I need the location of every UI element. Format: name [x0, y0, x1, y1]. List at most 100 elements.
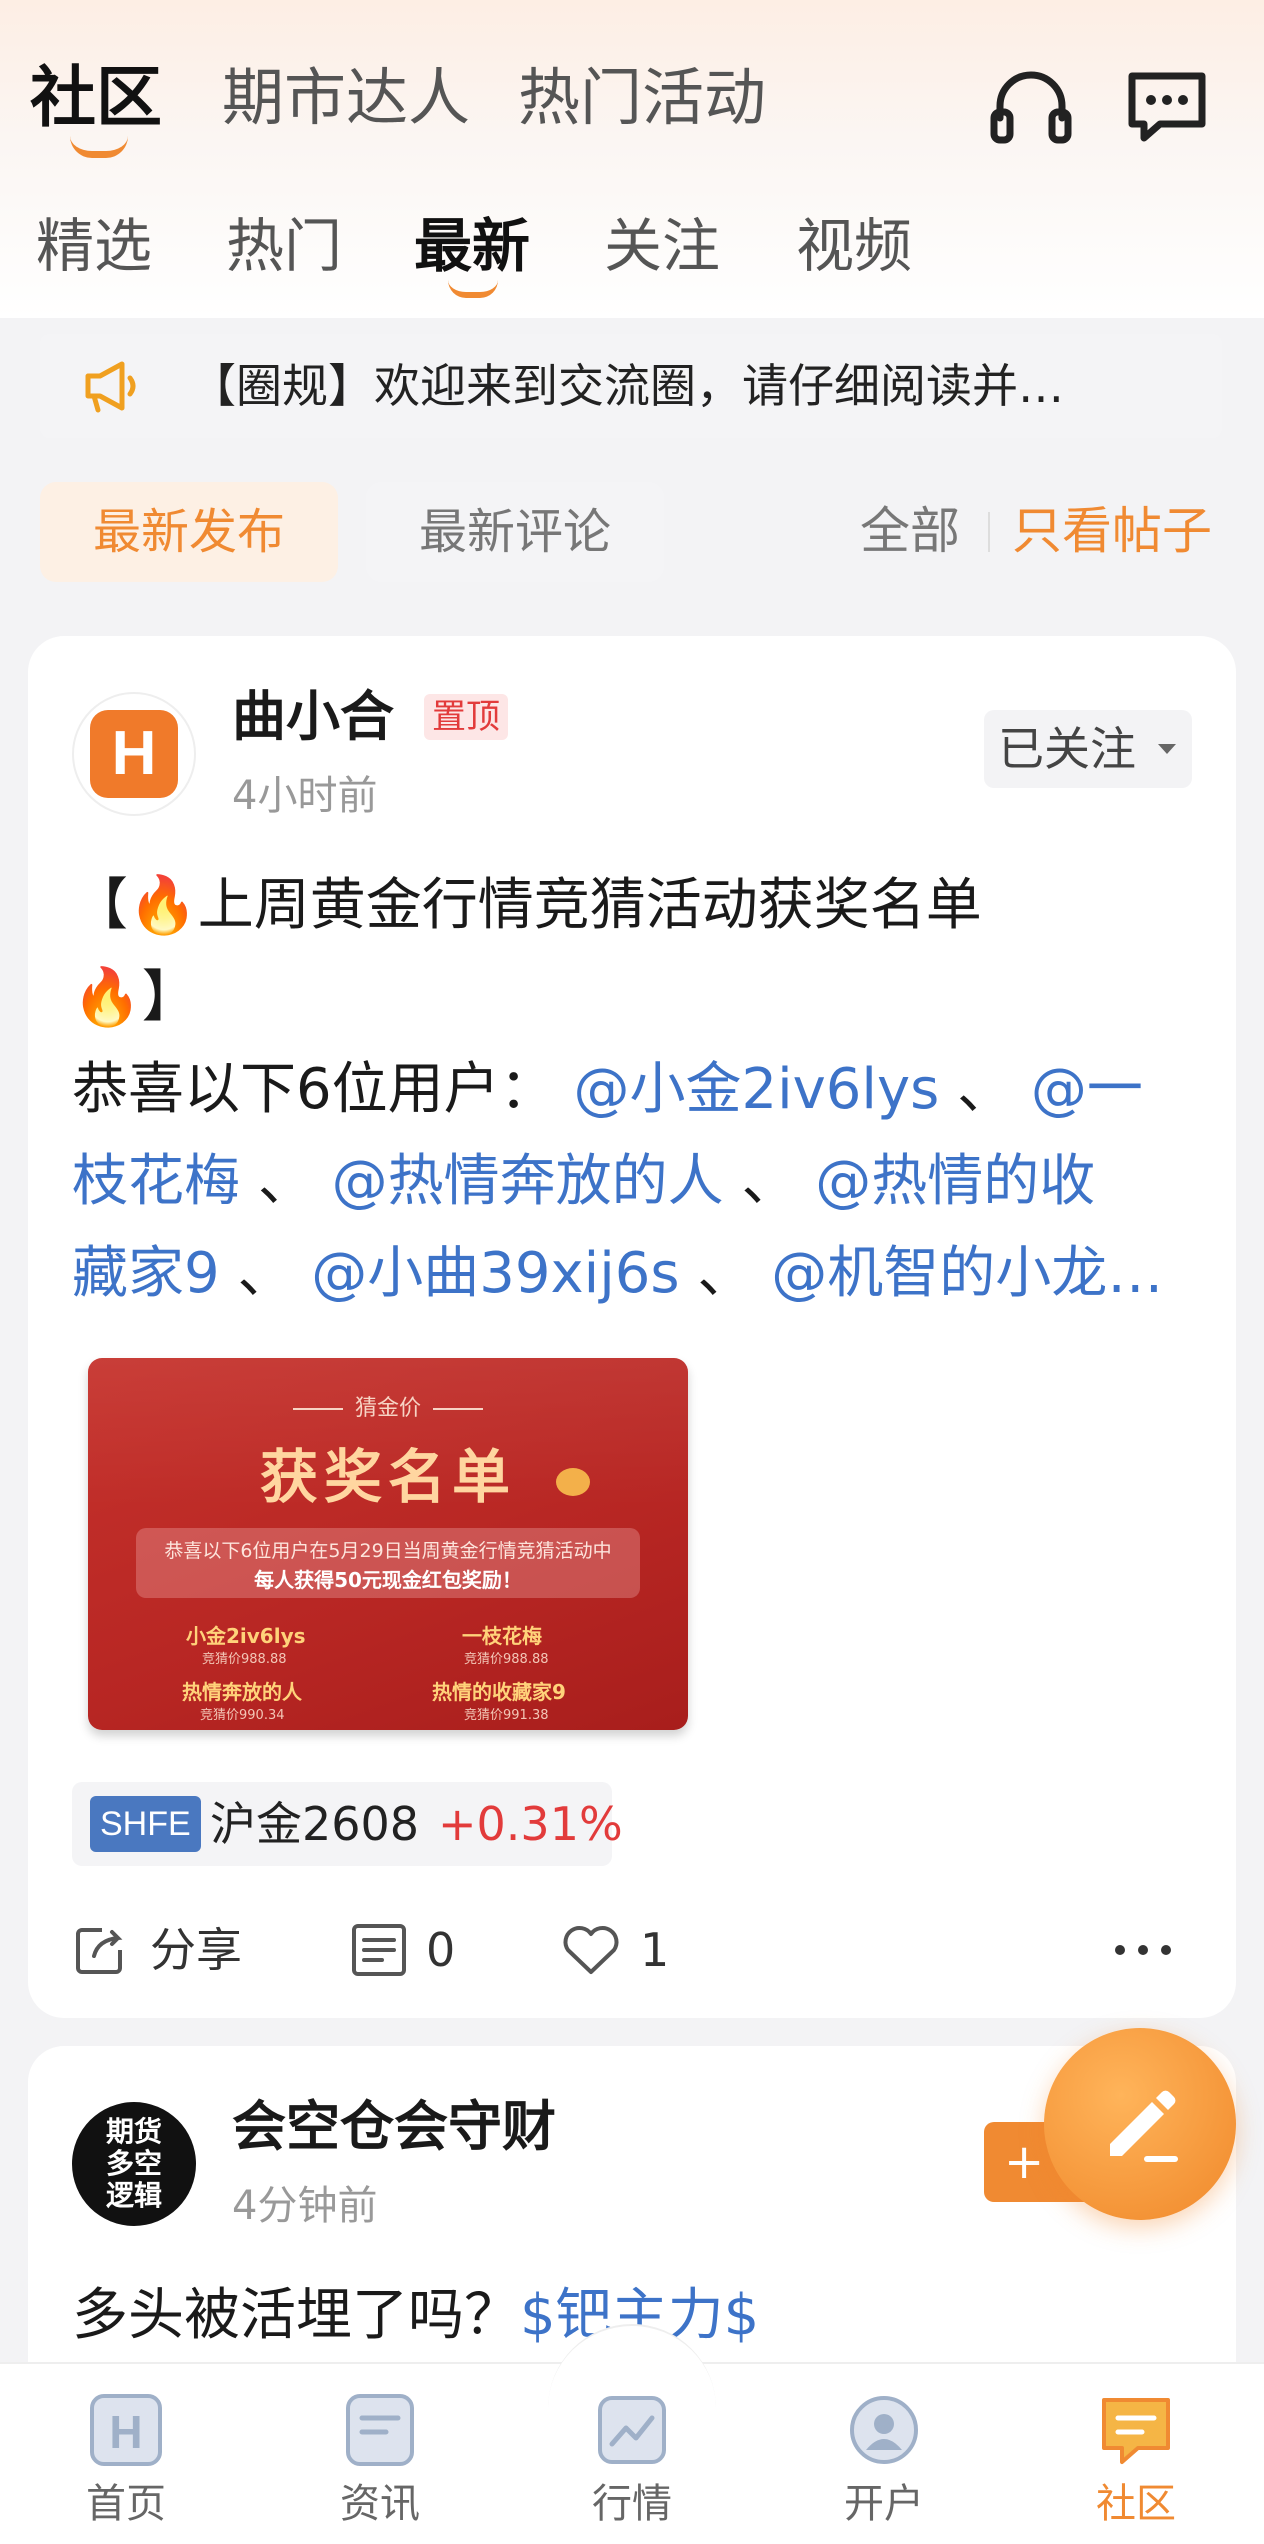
- avatar-text-line: 逻辑: [105, 2179, 162, 2212]
- pinned-badge: 置顶: [424, 694, 508, 740]
- image-title: 获奖名单: [259, 1443, 516, 1511]
- avatar-text-line: 期货: [105, 2115, 162, 2148]
- separator: 、: [957, 1057, 1014, 1122]
- comment-icon[interactable]: [350, 1922, 408, 1978]
- mention-link[interactable]: @机智的小龙…: [771, 1241, 1163, 1306]
- tabbar-market[interactable]: 行情: [552, 2388, 712, 2530]
- winner-guess: 竞猜价988.88: [202, 1652, 287, 1667]
- mention-link[interactable]: 藏家9: [72, 1241, 220, 1306]
- avatar[interactable]: H: [72, 692, 196, 816]
- news-icon: [346, 2394, 414, 2466]
- avatar-logo: H: [90, 710, 178, 798]
- mention-link[interactable]: 枝花梅: [72, 1149, 240, 1214]
- tabbar-community[interactable]: 社区: [1056, 2388, 1216, 2530]
- post-title: 上周黄金行情竞猜活动获奖名单: [197, 873, 982, 938]
- filter-divider: [988, 512, 990, 552]
- account-icon: [850, 2396, 918, 2464]
- mention-link[interactable]: @一: [1031, 1057, 1143, 1122]
- subtab-hot[interactable]: 热门: [226, 208, 342, 284]
- tabbar-news[interactable]: 资讯: [300, 2388, 460, 2530]
- winner-name: 小金2iv6lys: [186, 1624, 306, 1648]
- svg-text:H: H: [109, 2406, 142, 2458]
- follow-button[interactable]: 已关注: [984, 710, 1192, 788]
- tabbar-label: 行情: [592, 2481, 672, 2527]
- title-bracket-close: 】: [141, 965, 198, 1030]
- view-posts-only-toggle[interactable]: 只看帖子: [1012, 496, 1212, 566]
- coin-icon: [556, 1468, 590, 1496]
- post-author-name[interactable]: 会空仓会守财: [232, 2092, 556, 2162]
- post-body-line3: 藏家9 、 @小曲39xij6s 、 @机智的小龙…: [72, 1228, 1163, 1320]
- post-body-text: 恭喜以下6位用户：: [72, 1057, 556, 1122]
- post-author-name[interactable]: 曲小合: [232, 682, 394, 752]
- notice-text: 【圈规】欢迎来到交流圈，请仔细阅读并…: [190, 359, 1064, 413]
- title-bracket-open: 【: [72, 873, 128, 938]
- tabbar-account[interactable]: 开户: [804, 2388, 964, 2530]
- like-count[interactable]: 1: [640, 1918, 669, 1982]
- share-icon[interactable]: [72, 1922, 128, 1978]
- winner-guess: 竞猜价990.34: [200, 1708, 285, 1723]
- post-body-text: 多头被活埋了吗？: [72, 2283, 520, 2348]
- tab-community[interactable]: 社区: [30, 58, 162, 138]
- tabbar-label: 社区: [1096, 2481, 1176, 2527]
- tabbar-label: 首页: [86, 2481, 166, 2527]
- mention-link[interactable]: @小曲39xij6s: [311, 1241, 679, 1306]
- avatar-text-line: 多空: [105, 2147, 162, 2180]
- compose-button[interactable]: [1044, 2028, 1236, 2220]
- stock-change: +0.31%: [438, 1797, 623, 1851]
- home-icon: H: [90, 2394, 162, 2466]
- post-body-line1: 恭喜以下6位用户： @小金2iv6lys 、 @一: [72, 1044, 1143, 1136]
- separator: 、: [697, 1241, 754, 1306]
- follow-label: 已关注: [998, 722, 1136, 776]
- pencil-icon: [1110, 2090, 1178, 2162]
- post-title-line2: 🔥】: [72, 952, 198, 1044]
- image-top-label-text: 猜金价: [354, 1396, 421, 1421]
- mention-link[interactable]: @热情奔放的人: [332, 1149, 724, 1214]
- avatar[interactable]: 期货 多空 逻辑: [72, 2102, 196, 2226]
- notice-bar[interactable]: 【圈规】欢迎来到交流圈，请仔细阅读并…: [40, 334, 1222, 438]
- fire-icon: 🔥: [72, 965, 142, 1030]
- image-top-label: 猜金价: [88, 1390, 688, 1422]
- post-time: 4分钟前: [232, 2183, 378, 2229]
- chart-icon: [598, 2396, 666, 2464]
- winner-name: 热情奔放的人: [182, 1680, 302, 1704]
- chat-icon[interactable]: [1122, 62, 1212, 152]
- sort-latest-post-button[interactable]: 最新发布: [40, 482, 338, 582]
- subtab-video[interactable]: 视频: [796, 208, 912, 284]
- post-time: 4小时前: [232, 773, 378, 819]
- bottom-tab-bar: H 首页 资讯 行情 开户 社区: [0, 2324, 1264, 2544]
- share-label[interactable]: 分享: [150, 1918, 242, 1982]
- image-desc-line2: 每人获得50元现金红包奖励！: [254, 1568, 522, 1592]
- fire-icon: 🔥: [128, 873, 198, 938]
- comment-count[interactable]: 0: [426, 1918, 455, 1982]
- stock-tag[interactable]: SHFE 沪金2608 +0.31%: [72, 1782, 623, 1866]
- winner-name: 热情的收藏家9: [432, 1680, 566, 1704]
- mention-link[interactable]: @热情的收: [815, 1149, 1095, 1214]
- image-desc-box: 恭喜以下6位用户在5月29日当周黄金行情竞猜活动中 每人获得50元现金红包奖励！: [136, 1528, 640, 1598]
- community-icon: [1102, 2398, 1170, 2464]
- separator: 、: [741, 1149, 798, 1214]
- image-desc-line1: 恭喜以下6位用户在5月29日当周黄金行情竞猜活动中: [164, 1540, 612, 1562]
- subtab-following[interactable]: 关注: [604, 208, 720, 284]
- chevron-down-icon: [1158, 744, 1176, 754]
- tab-futures-experts[interactable]: 期市达人: [222, 58, 470, 138]
- tabbar-label: 资讯: [340, 2481, 420, 2527]
- heart-icon[interactable]: [560, 1922, 622, 1978]
- headset-icon[interactable]: [986, 62, 1076, 152]
- stock-name: 沪金2608: [210, 1797, 420, 1851]
- view-all-toggle[interactable]: 全部: [860, 496, 960, 566]
- post-image[interactable]: 猜金价 获奖名单 恭喜以下6位用户在5月29日当周黄金行情竞猜活动中 每人获得5…: [88, 1358, 688, 1730]
- more-icon[interactable]: [1112, 1940, 1174, 1960]
- mention-link[interactable]: @小金2iv6lys: [573, 1057, 939, 1122]
- tab-hot-events[interactable]: 热门活动: [518, 58, 766, 138]
- winner-guess: 竞猜价991.38: [464, 1708, 549, 1723]
- sort-latest-comment-button[interactable]: 最新评论: [366, 482, 664, 582]
- subtab-featured[interactable]: 精选: [36, 208, 152, 284]
- subtab-latest[interactable]: 最新: [414, 208, 530, 284]
- tabbar-home[interactable]: H 首页: [46, 2388, 206, 2530]
- avatar-text: 期货 多空 逻辑: [72, 2116, 196, 2212]
- separator: 、: [257, 1149, 314, 1214]
- post-title-line1[interactable]: 【🔥上周黄金行情竞猜活动获奖名单: [72, 860, 1192, 952]
- winner-name: 一枝花梅: [462, 1624, 542, 1648]
- tabbar-label: 开户: [844, 2481, 924, 2527]
- megaphone-icon: [85, 361, 136, 413]
